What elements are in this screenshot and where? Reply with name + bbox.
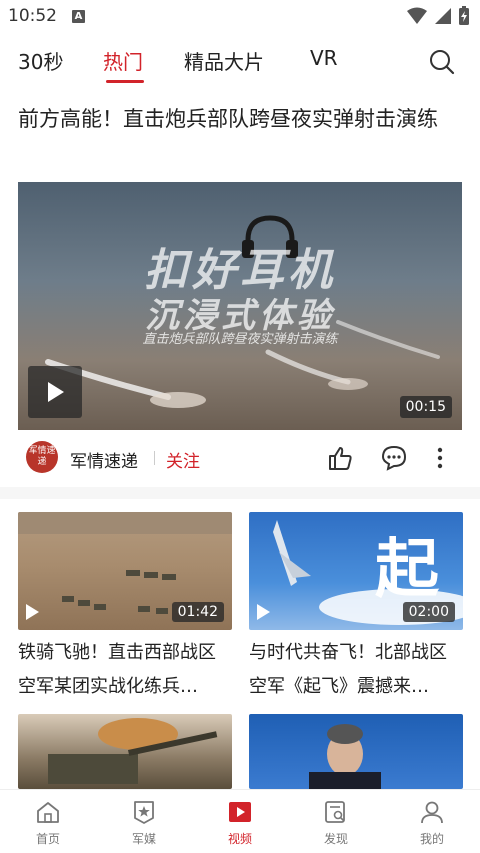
nav-home[interactable]: 首页 — [8, 800, 88, 847]
tab-premium[interactable]: 精品大片 — [184, 46, 264, 75]
nav-label: 军媒 — [131, 832, 156, 846]
author-row: 军情速递 军情速递 关注 — [18, 438, 462, 478]
main-video-player[interactable]: 扣好耳机 沉浸式体验 直击炮兵部队跨昼夜实弹射击演练 00:15 — [18, 182, 462, 430]
artillery-graphic — [48, 718, 218, 784]
play-button[interactable] — [28, 366, 82, 418]
battery-icon — [459, 6, 469, 25]
thumbs-up-icon[interactable] — [326, 444, 354, 472]
video-duration: 02:00 — [402, 602, 455, 622]
search-icon[interactable] — [428, 48, 456, 76]
tab-hot[interactable]: 热门 — [103, 46, 143, 75]
home-icon — [37, 802, 59, 823]
notification-icon: A — [72, 10, 85, 23]
more-options-icon[interactable] — [436, 444, 444, 472]
tab-30s[interactable]: 30秒 — [18, 46, 63, 75]
play-icon — [257, 604, 270, 620]
user-icon — [421, 801, 443, 824]
nav-discover[interactable]: 发现 — [296, 800, 376, 847]
presenter-graphic — [309, 724, 381, 789]
video-card-title: 铁骑飞驰！直击西部战区空军某团实战化练兵… — [18, 642, 216, 697]
cell-signal-icon — [435, 8, 451, 24]
active-tab-indicator — [106, 80, 144, 83]
video-duration: 01:42 — [171, 602, 224, 622]
play-icon — [26, 604, 39, 620]
author-name[interactable]: 军情速递 — [70, 447, 138, 472]
rocket-trails-graphic — [45, 320, 440, 408]
nav-profile[interactable]: 我的 — [392, 800, 472, 847]
video-thumbnail: 起飞 02:00 — [249, 512, 463, 630]
status-indicators — [406, 6, 470, 26]
video-card[interactable] — [249, 714, 463, 789]
nav-video[interactable]: 视频 — [200, 800, 280, 847]
section-separator — [0, 487, 480, 499]
nav-label: 视频 — [227, 832, 252, 846]
discover-icon — [325, 801, 345, 823]
main-video-title[interactable]: 前方高能！直击炮兵部队跨昼夜实弹射击演练 — [18, 100, 462, 138]
follow-button[interactable]: 关注 — [166, 447, 200, 472]
author-divider — [154, 451, 155, 465]
nav-label: 发现 — [323, 832, 348, 846]
nav-label: 首页 — [35, 832, 60, 846]
video-card[interactable]: 起飞 02:00 与时代共奋飞！北部战区空军《起飞》震撼来… — [249, 512, 463, 704]
top-tab-bar: 30秒 热门 精品大片 VR — [0, 38, 480, 88]
video-card[interactable] — [18, 714, 232, 789]
nav-label: 我的 — [419, 832, 444, 846]
video-play-icon — [229, 802, 251, 822]
status-time: 10:52 — [8, 6, 57, 26]
author-avatar[interactable]: 军情速递 — [26, 441, 58, 473]
video-card[interactable]: 01:42 铁骑飞驰！直击西部战区空军某团实战化练兵… — [18, 512, 232, 704]
nav-military-media[interactable]: 军媒 — [104, 800, 184, 847]
tab-vr[interactable]: VR — [310, 46, 338, 70]
comment-icon[interactable] — [380, 444, 408, 472]
video-card-title: 与时代共奋飞！北部战区空军《起飞》震撼来… — [249, 642, 447, 697]
video-thumbnail — [249, 714, 463, 789]
video-thumbnail — [18, 714, 232, 789]
star-badge-icon — [134, 801, 154, 824]
video-thumbnail: 01:42 — [18, 512, 232, 630]
status-bar: 10:52 A — [0, 0, 480, 34]
bottom-navigation: 首页 军媒 视频 发现 我的 — [0, 789, 480, 853]
video-duration: 00:15 — [399, 396, 452, 418]
wifi-icon — [407, 7, 427, 24]
